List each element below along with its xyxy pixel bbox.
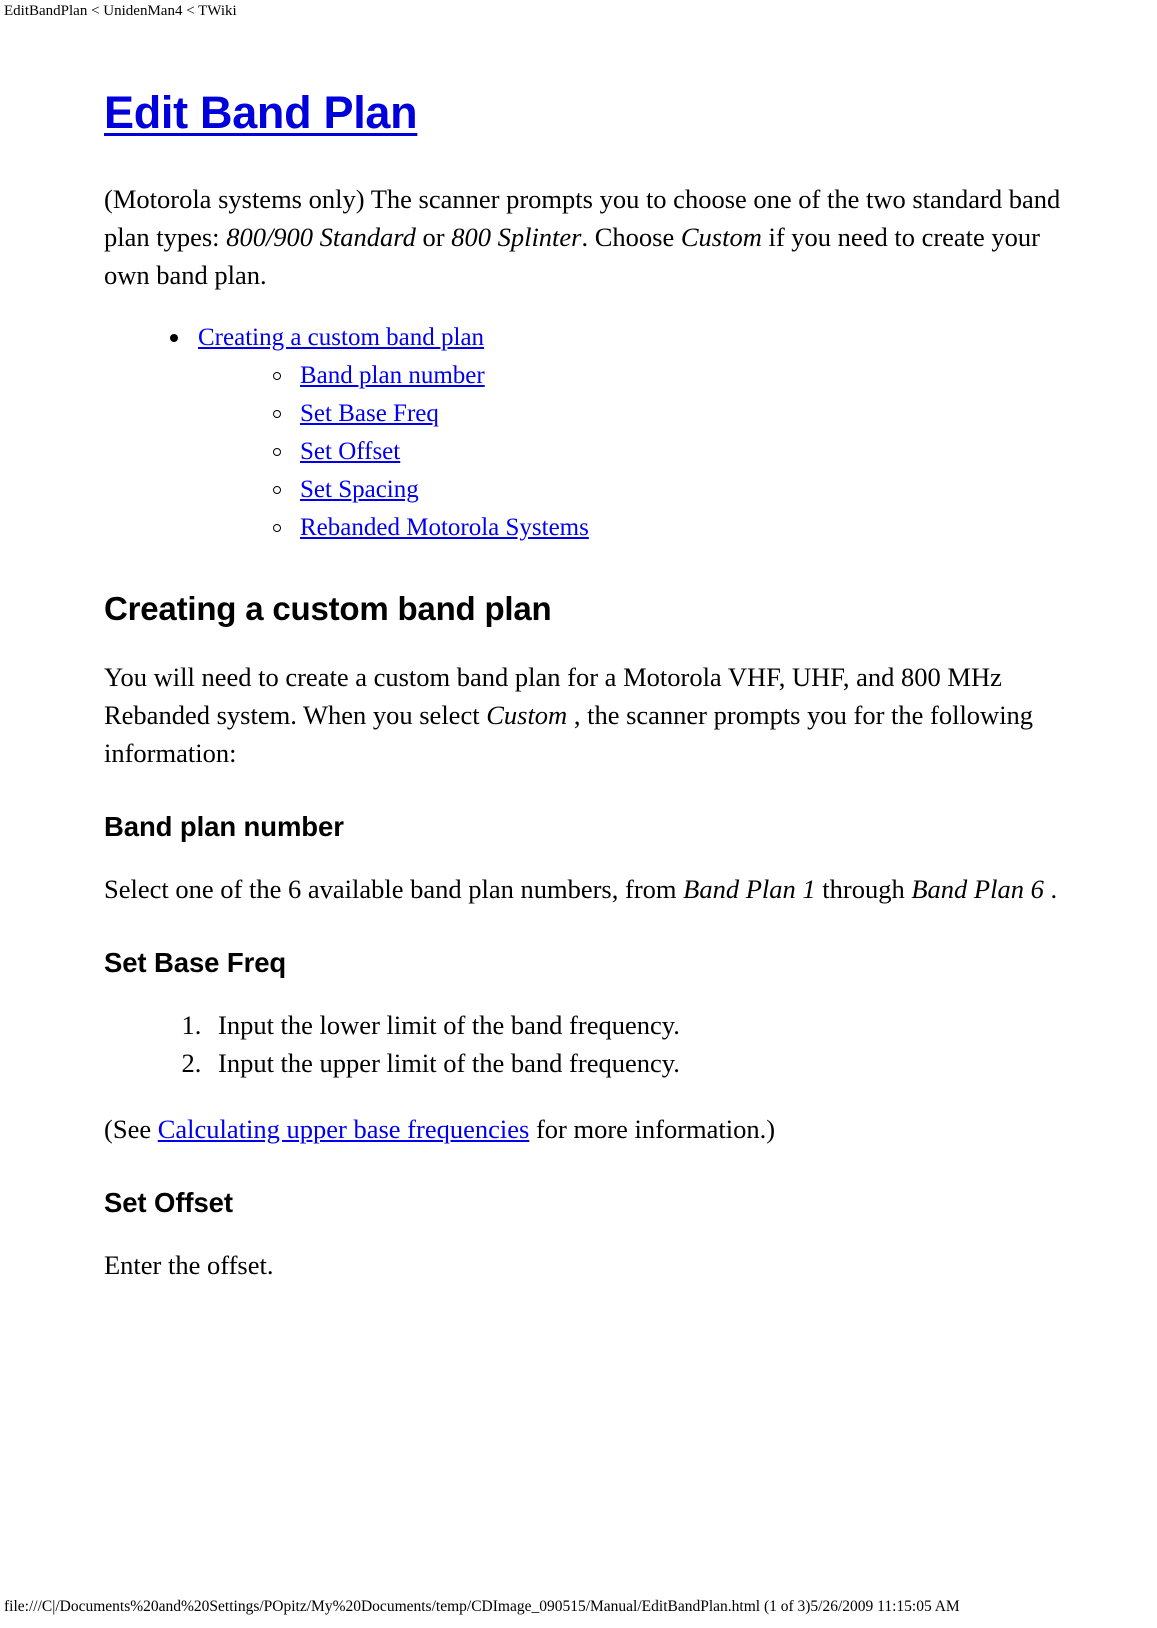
section-heading-creating-a-custom-band-plan: Creating a custom band plan bbox=[104, 590, 552, 627]
toc-link-set-offset[interactable]: Set Offset bbox=[300, 438, 400, 465]
set-base-freq-steps: Input the lower limit of the band freque… bbox=[104, 1006, 1089, 1082]
circle-bullet-icon bbox=[273, 486, 281, 494]
toc-link-band-plan-number[interactable]: Band plan number bbox=[300, 362, 485, 389]
section-heading-band-plan-number: Band plan number bbox=[104, 811, 344, 842]
toc-link-set-base-freq[interactable]: Set Base Freq bbox=[300, 400, 439, 427]
band-plan-number-paragraph: Select one of the 6 available band plan … bbox=[104, 870, 1089, 908]
link-calculating-upper-base-frequencies[interactable]: Calculating upper base frequencies bbox=[158, 1114, 530, 1144]
page-title-link[interactable]: Edit Band Plan bbox=[104, 87, 418, 138]
page-title: Edit Band Plan bbox=[104, 88, 1089, 138]
bpn-emphasis-2: Band Plan 6 bbox=[911, 874, 1044, 904]
list-item: Input the upper limit of the band freque… bbox=[208, 1044, 1089, 1082]
circle-bullet-icon bbox=[273, 410, 281, 418]
circle-bullet-icon bbox=[273, 448, 281, 456]
list-item[interactable]: Set Base Freq bbox=[270, 395, 1089, 433]
intro-emphasis-3: Custom bbox=[680, 222, 762, 252]
print-page-footer: file:///C|/Documents%20and%20Settings/PO… bbox=[4, 1598, 960, 1615]
intro-text-2: or bbox=[415, 222, 452, 252]
intro-paragraph: (Motorola systems only) The scanner prom… bbox=[104, 180, 1089, 294]
section-heading-set-offset: Set Offset bbox=[104, 1187, 233, 1218]
toc-link-creating-a-custom-band-plan[interactable]: Creating a custom band plan bbox=[198, 324, 484, 351]
set-offset-paragraph: Enter the offset. bbox=[104, 1250, 274, 1280]
creating-paragraph: You will need to create a custom band pl… bbox=[104, 658, 1089, 772]
see-note-text-1: (See bbox=[104, 1114, 158, 1144]
intro-emphasis-2: 800 Splinter bbox=[451, 222, 582, 252]
toc-top-item[interactable]: Creating a custom band plan Band plan nu… bbox=[166, 318, 1089, 547]
list-item[interactable]: Rebanded Motorola Systems bbox=[270, 509, 1089, 547]
print-page-header: EditBandPlan < UnidenMan4 < TWiki bbox=[4, 3, 237, 19]
document-body: Edit Band Plan (Motorola systems only) T… bbox=[104, 88, 1089, 1308]
bpn-emphasis-1: Band Plan 1 bbox=[683, 874, 816, 904]
circle-bullet-icon bbox=[273, 524, 281, 532]
see-note-paragraph: (See Calculating upper base frequencies … bbox=[104, 1110, 1089, 1148]
section-heading-set-base-freq: Set Base Freq bbox=[104, 947, 287, 978]
list-item[interactable]: Set Offset bbox=[270, 433, 1089, 471]
bpn-text-2: through bbox=[815, 874, 912, 904]
list-item[interactable]: Set Spacing bbox=[270, 471, 1089, 509]
toc-link-rebanded-motorola-systems[interactable]: Rebanded Motorola Systems bbox=[300, 514, 589, 541]
toc-sublist: Band plan number Set Base Freq Set Offse… bbox=[198, 357, 1089, 547]
bpn-text-3: . bbox=[1043, 874, 1058, 904]
table-of-contents: Creating a custom band plan Band plan nu… bbox=[104, 318, 1089, 547]
disc-bullet-icon bbox=[170, 334, 178, 342]
list-item[interactable]: Band plan number bbox=[270, 357, 1089, 395]
circle-bullet-icon bbox=[273, 372, 281, 380]
creating-emphasis-1: Custom bbox=[486, 700, 574, 730]
intro-emphasis-1: 800/900 Standard bbox=[226, 222, 416, 252]
bpn-text-1: Select one of the 6 available band plan … bbox=[104, 874, 684, 904]
see-note-text-2: for more information.) bbox=[529, 1114, 776, 1144]
intro-text-3: . Choose bbox=[581, 222, 681, 252]
list-item: Input the lower limit of the band freque… bbox=[208, 1006, 1089, 1044]
toc-link-set-spacing[interactable]: Set Spacing bbox=[300, 476, 419, 503]
